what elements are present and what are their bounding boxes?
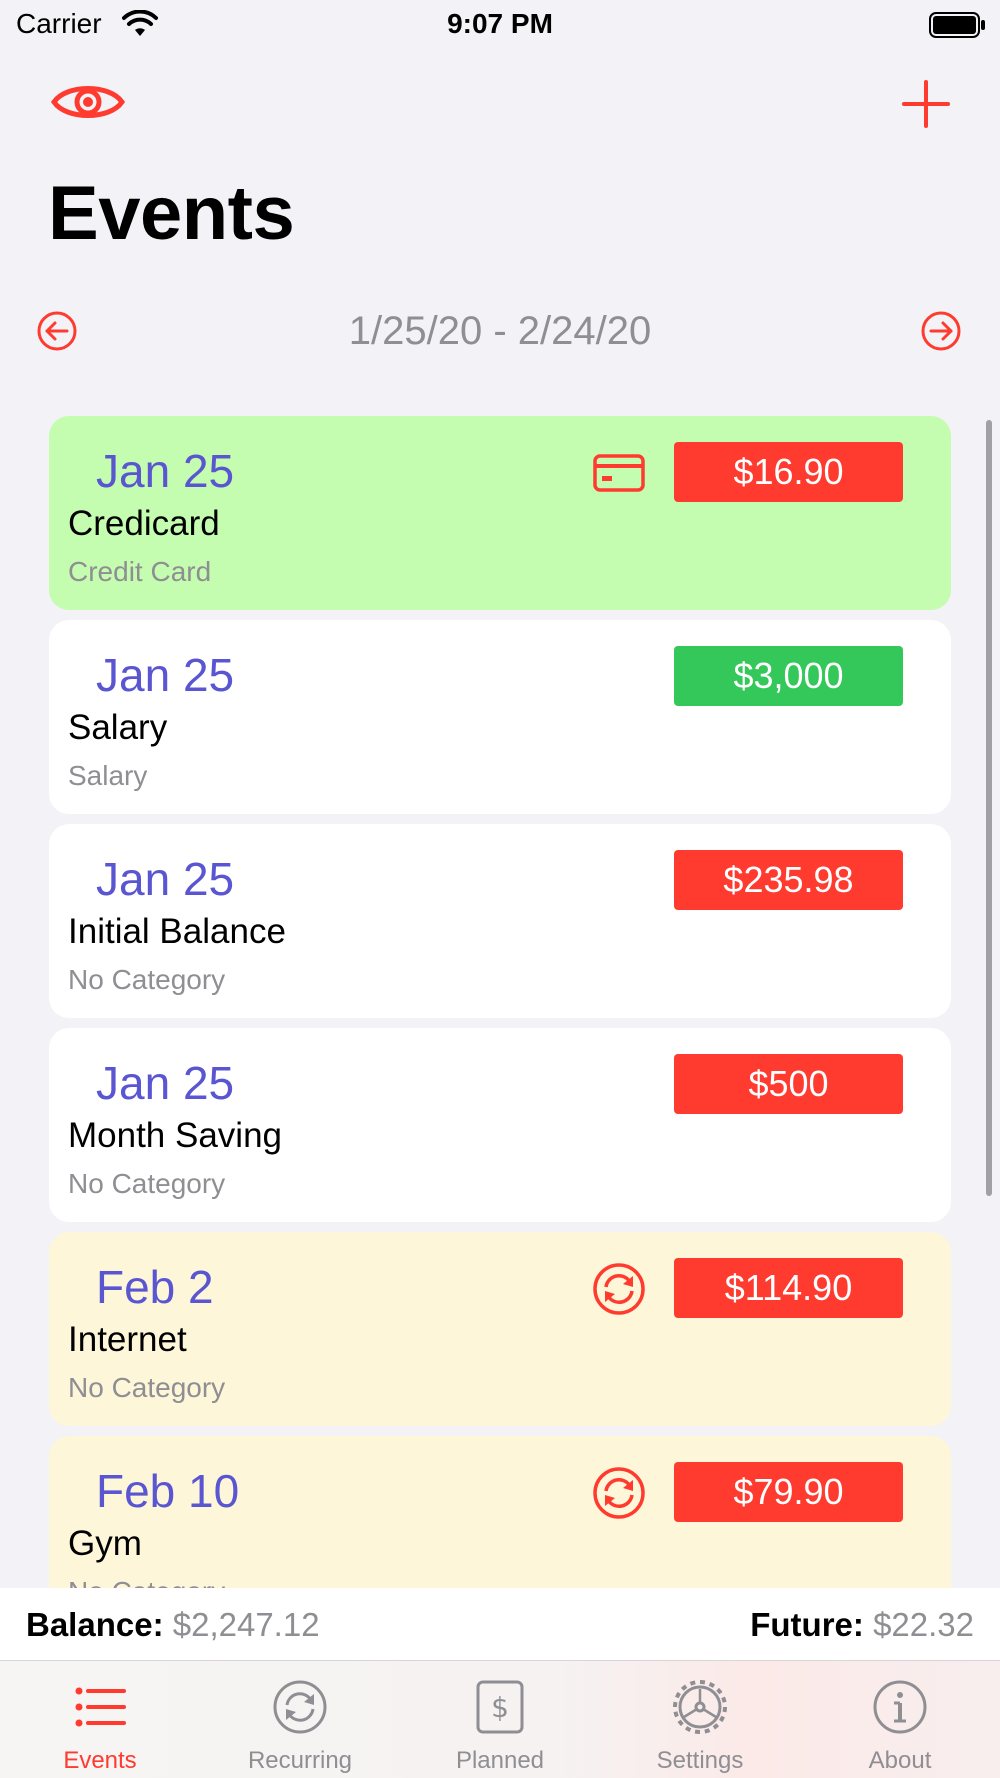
event-date: Feb 10	[96, 1465, 240, 1517]
recurring-icon	[593, 1467, 645, 1519]
event-row[interactable]: Jan 25 Credicard Credit Card $16.90	[49, 416, 951, 610]
event-date: Feb 2	[96, 1261, 214, 1313]
event-date: Jan 25	[96, 853, 235, 905]
info-icon	[873, 1680, 927, 1734]
event-name: Credicard	[68, 504, 220, 543]
events-list[interactable]: Jan 25 Credicard Credit Card $16.90 Jan …	[49, 416, 951, 1588]
status-bar: Carrier 9:07 PM	[0, 0, 1000, 50]
tab-bar: Events Recurring $ Planned Settings Abou…	[0, 1660, 1000, 1778]
event-row[interactable]: Feb 2 Internet No Category $114.90	[49, 1232, 951, 1426]
event-category: No Category	[68, 964, 226, 995]
balance-label: Balance:	[26, 1606, 164, 1643]
event-amount: $500	[674, 1054, 903, 1114]
event-category: Salary	[68, 760, 148, 791]
next-period-button[interactable]	[920, 310, 962, 352]
event-name: Initial Balance	[68, 912, 286, 951]
tab-settings[interactable]: Settings	[600, 1661, 800, 1778]
event-category: No Category	[68, 1372, 226, 1403]
event-row[interactable]: Jan 25 Initial Balance No Category $235.…	[49, 824, 951, 1018]
gear-icon	[673, 1680, 727, 1734]
event-row[interactable]: Jan 25 Month Saving No Category $500	[49, 1028, 951, 1222]
credit-card-icon	[593, 454, 645, 492]
event-date: Jan 25	[96, 649, 235, 701]
future-value: $22.32	[873, 1606, 974, 1643]
clock: 9:07 PM	[447, 8, 553, 39]
event-amount: $3,000	[674, 646, 903, 706]
future-label: Future:	[750, 1606, 864, 1643]
tab-events[interactable]: Events	[0, 1661, 200, 1778]
future-summary: Future: $22.32	[750, 1606, 974, 1644]
add-event-button[interactable]	[900, 78, 952, 130]
recurring-icon	[593, 1263, 645, 1315]
event-row[interactable]: Jan 25 Salary Salary $3,000	[49, 620, 951, 814]
event-amount: $235.98	[674, 850, 903, 910]
event-name: Internet	[68, 1320, 187, 1359]
event-amount: $16.90	[674, 442, 903, 502]
event-amount: $79.90	[674, 1462, 903, 1522]
tab-label: Events	[63, 1747, 137, 1774]
balance-value: $2,247.12	[172, 1606, 320, 1643]
recurring-tab-icon	[273, 1680, 327, 1734]
event-name: Month Saving	[68, 1116, 283, 1155]
event-amount: $114.90	[674, 1258, 903, 1318]
dollar-doc-icon: $	[476, 1680, 524, 1734]
svg-text:$: $	[491, 1691, 509, 1724]
tab-recurring[interactable]: Recurring	[200, 1661, 400, 1778]
tab-about[interactable]: About	[800, 1661, 1000, 1778]
date-range-label: 1/25/20 - 2/24/20	[348, 309, 652, 353]
tab-label: Planned	[455, 1747, 545, 1774]
event-name: Salary	[68, 708, 168, 747]
tab-label: Settings	[656, 1747, 744, 1774]
balance-summary: Balance: $2,247.12	[26, 1606, 320, 1644]
tab-planned[interactable]: $ Planned	[400, 1661, 600, 1778]
event-name: Gym	[68, 1524, 142, 1563]
tab-label: About	[868, 1747, 932, 1774]
page-title: Events	[48, 171, 295, 256]
battery-icon	[929, 12, 985, 38]
event-category: No Category	[68, 1576, 225, 1588]
eye-icon[interactable]	[50, 78, 126, 126]
event-date: Jan 25	[96, 445, 235, 497]
event-category: Credit Card	[68, 556, 212, 587]
event-row[interactable]: Feb 10 Gym No Category $79.90	[49, 1436, 951, 1588]
list-icon	[75, 1687, 126, 1727]
event-category: No Category	[68, 1168, 226, 1199]
scroll-indicator[interactable]	[986, 420, 992, 1196]
tab-label: Recurring	[247, 1747, 353, 1774]
balance-bar: Balance: $2,247.12 Future: $22.32	[0, 1588, 1000, 1660]
event-date: Jan 25	[96, 1057, 235, 1109]
